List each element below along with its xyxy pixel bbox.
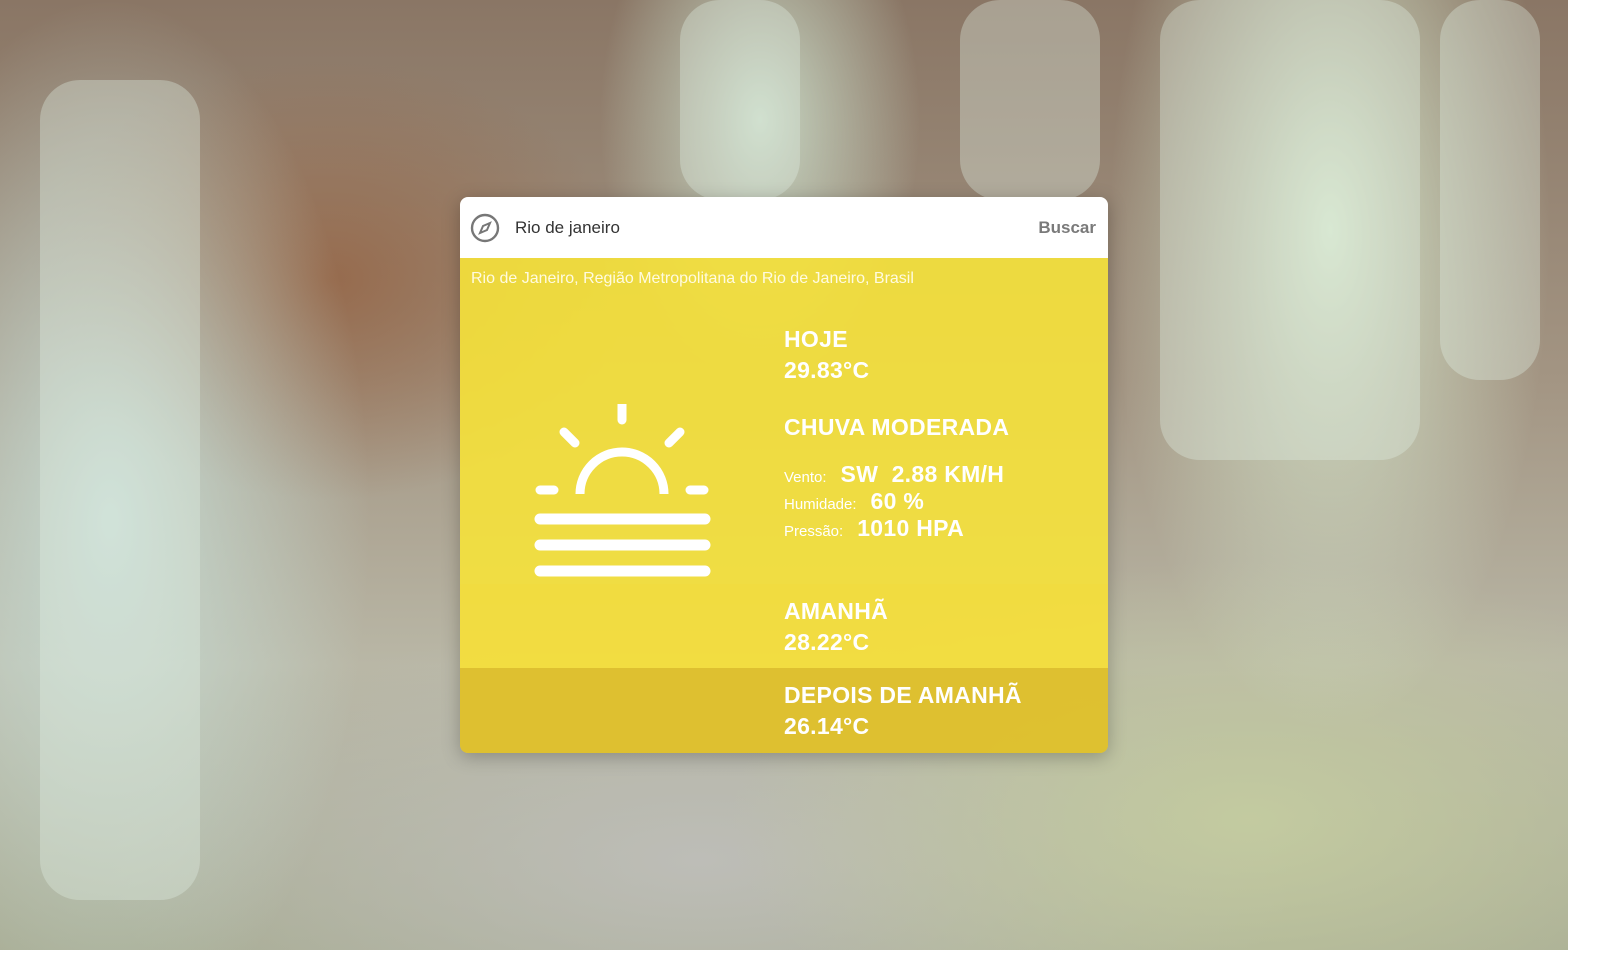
tomorrow-temperature: 28.22°C: [784, 629, 870, 655]
search-bar: Buscar: [460, 197, 1108, 258]
ice-column: [680, 0, 800, 200]
today-label: HOJE: [784, 326, 848, 352]
compass-icon[interactable]: [470, 213, 500, 243]
tomorrow-panel: AMANHÃ 28.22°C: [460, 584, 1108, 668]
tomorrow-label: AMANHÃ: [784, 598, 889, 624]
wind-value: SW 2.88 KM/H: [840, 461, 1005, 487]
weather-card: Buscar Rio de Janeiro, Região Metropolit…: [460, 197, 1108, 753]
day-after-label: DEPOIS DE AMANHÃ: [784, 682, 1022, 708]
search-input[interactable]: [515, 217, 1039, 238]
fog-sunrise-icon: [532, 399, 714, 584]
weather-condition: CHUVA MODERADA: [784, 414, 1010, 440]
ice-column: [960, 0, 1100, 200]
day-after-panel: DEPOIS DE AMANHÃ 26.14°C: [460, 668, 1108, 753]
today-temperature: 29.83°C: [784, 357, 870, 383]
pressure-label: Pressão:: [784, 523, 844, 540]
humidity-label: Humidade:: [784, 496, 857, 513]
ice-column: [1160, 0, 1420, 460]
pressure-row: Pressão: 1010 HPA: [784, 515, 1009, 542]
location-label: Rio de Janeiro, Região Metropolitana do …: [471, 270, 914, 287]
day-after-info: DEPOIS DE AMANHÃ 26.14°C: [784, 680, 1022, 742]
today-panel: Rio de Janeiro, Região Metropolitana do …: [460, 258, 1108, 584]
day-after-temperature: 26.14°C: [784, 713, 870, 739]
humidity-row: Humidade: 60 %: [784, 488, 1009, 515]
search-button[interactable]: Buscar: [1038, 218, 1096, 238]
pressure-value: 1010 HPA: [857, 515, 965, 541]
today-info: HOJE 29.83°C CHUVA MODERADA Vento: SW 2.…: [784, 324, 1009, 542]
wind-row: Vento: SW 2.88 KM/H: [784, 461, 1009, 488]
ice-column: [1440, 0, 1540, 380]
humidity-value: 60 %: [870, 488, 925, 514]
tomorrow-info: AMANHÃ 28.22°C: [784, 596, 888, 658]
ice-column: [40, 80, 200, 900]
wind-label: Vento:: [784, 469, 827, 486]
